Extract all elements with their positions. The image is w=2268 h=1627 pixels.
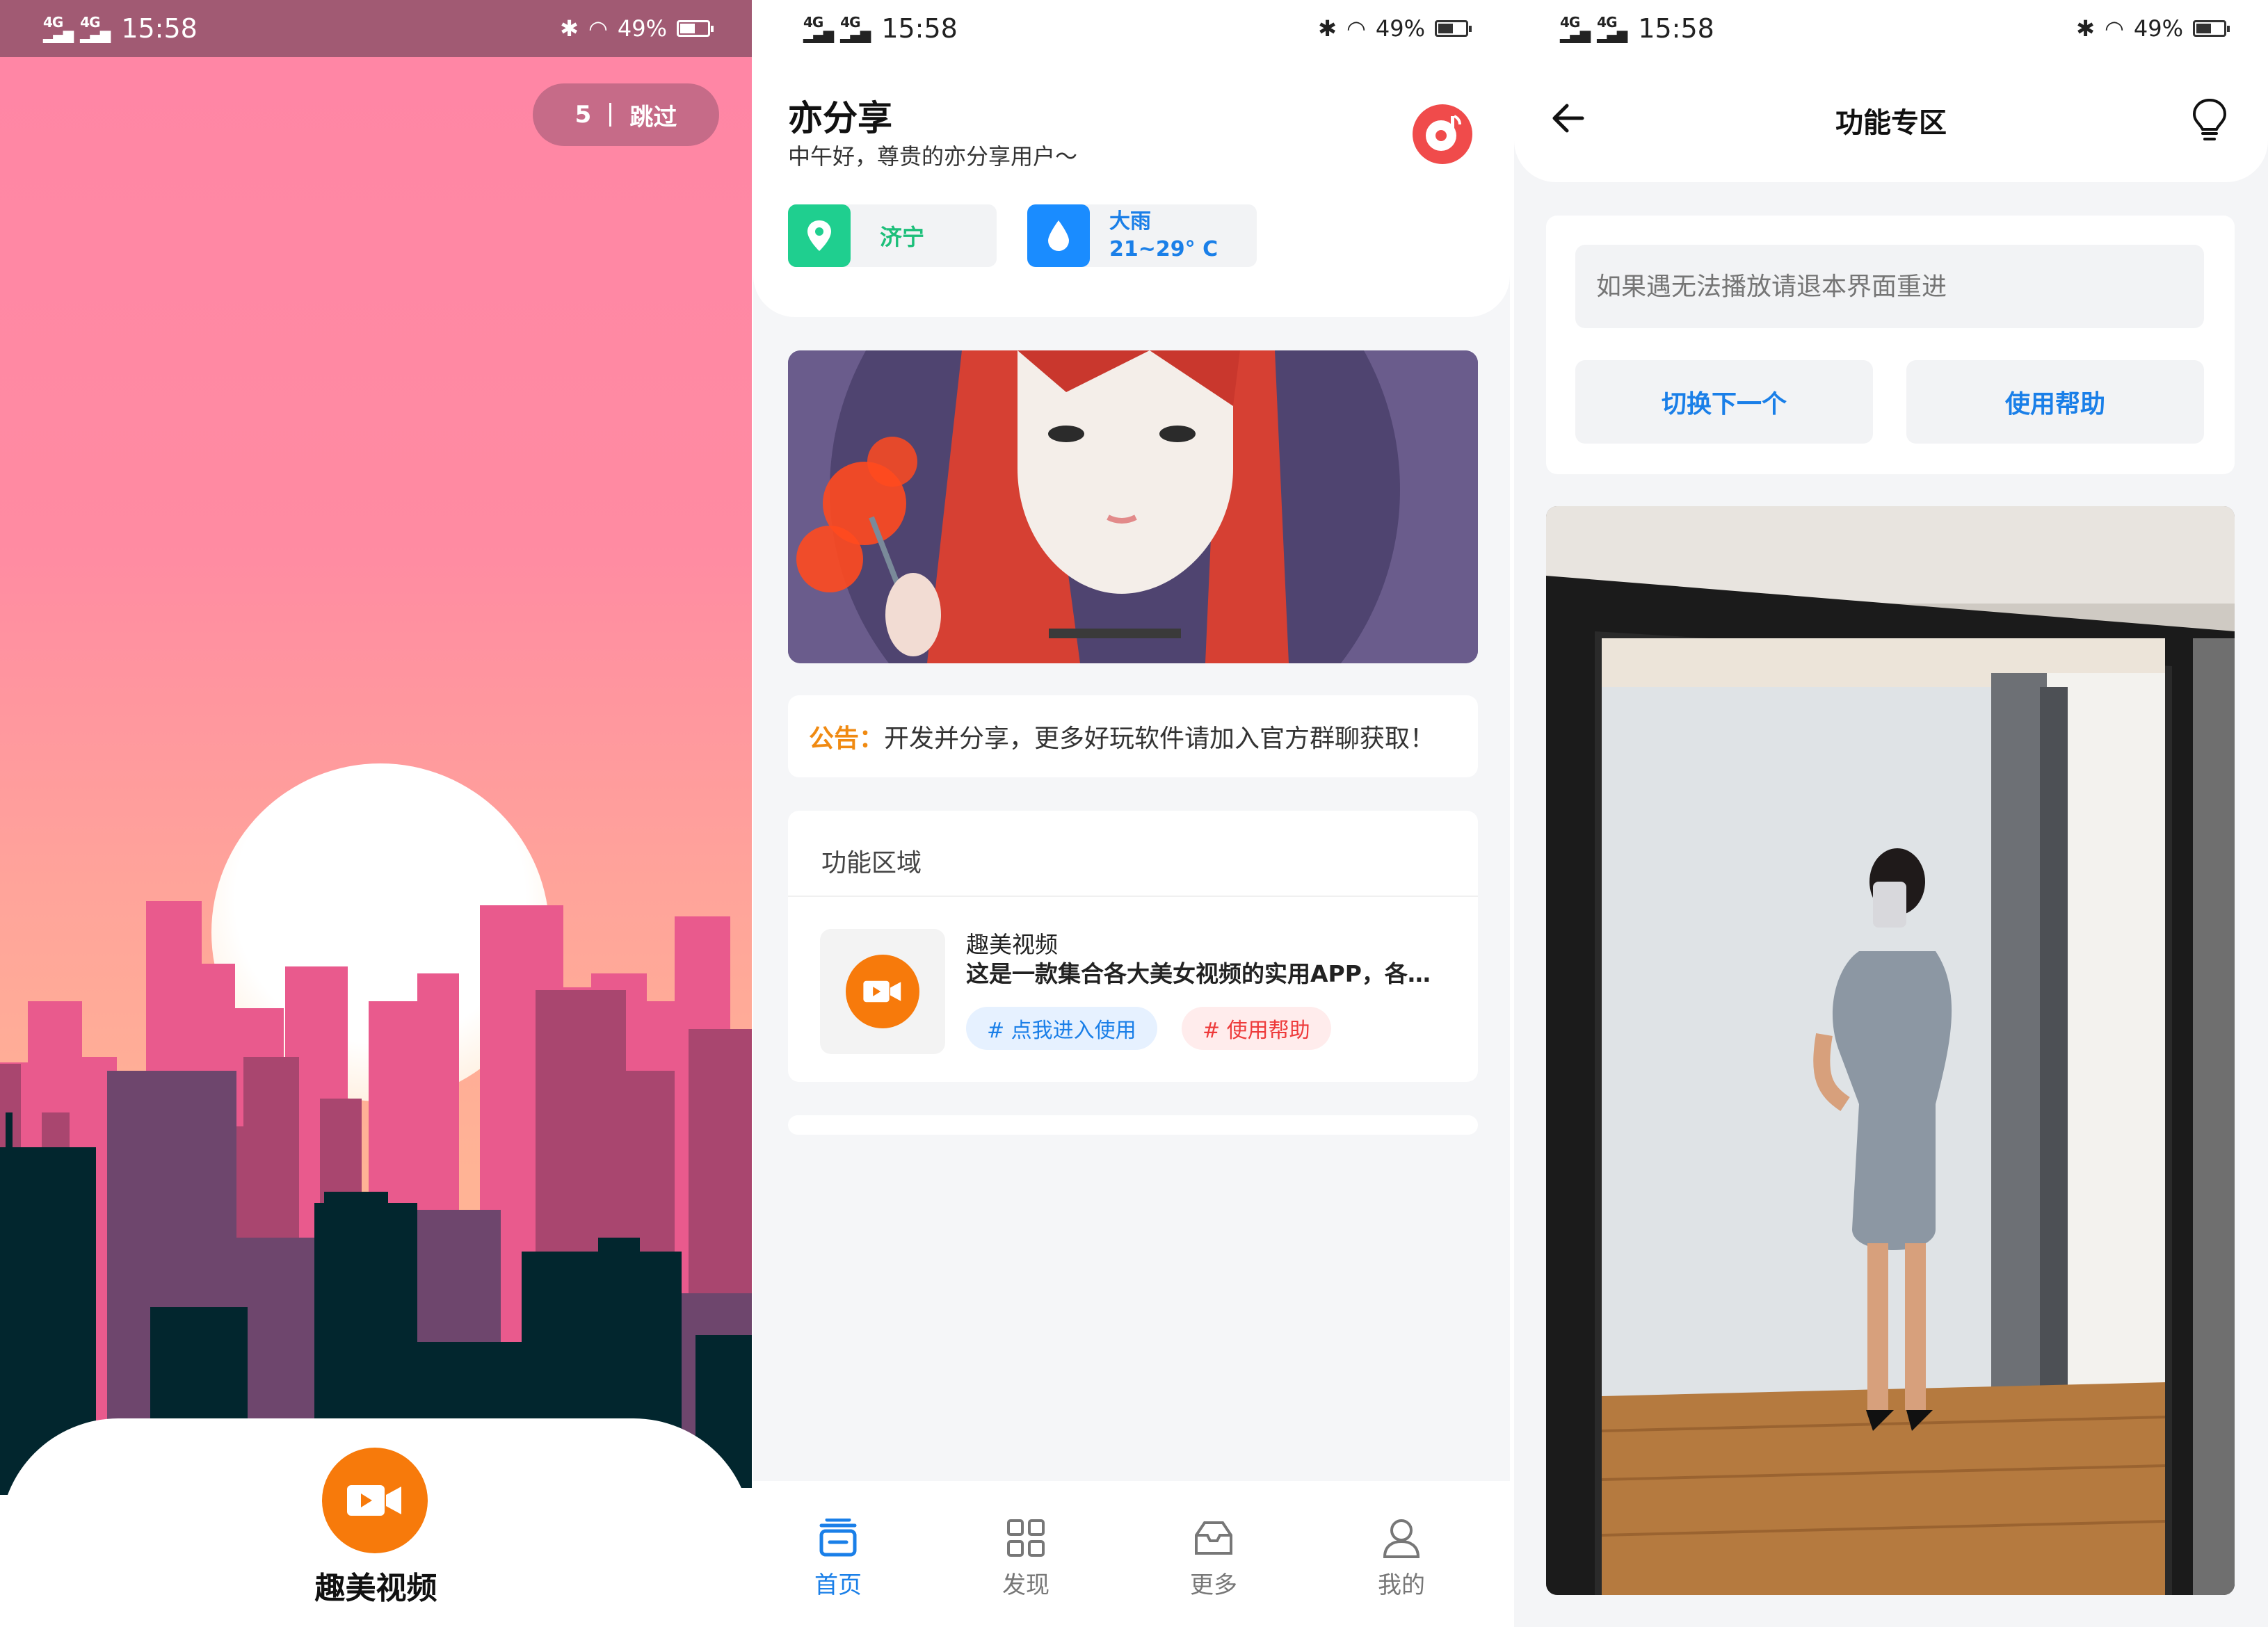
- bluetooth-icon: ✱: [1318, 15, 1337, 42]
- splash-screen: 4G ▂▄▆ 4G ▂▄▆ 15:58 ✱ ◠ 49% 5 跳过 趣美视频: [0, 0, 752, 1627]
- signal-icon: 4G ▂▄▆: [1560, 14, 1591, 43]
- countdown: 5: [574, 101, 592, 129]
- tab-discover[interactable]: 发现: [977, 1516, 1075, 1600]
- divider: [609, 103, 612, 127]
- weather-range: 21~29° C: [1109, 237, 1219, 261]
- notice-text: 开发并分享，更多好玩软件请加入官方群聊获取！: [884, 725, 1435, 753]
- skip-label: 跳过: [629, 103, 677, 131]
- signal-icon-2: 4G ▂▄▆: [1597, 14, 1627, 43]
- page-title: 功能专区: [1835, 107, 1947, 139]
- tab-profile[interactable]: 我的: [1353, 1516, 1450, 1600]
- help-button[interactable]: 使用帮助: [1906, 360, 2204, 444]
- raindrop-icon: [1027, 204, 1090, 267]
- banner-illustration[interactable]: [788, 350, 1478, 663]
- user-icon: [1353, 1516, 1450, 1560]
- signal-icon: 4G ▂▄▆: [43, 14, 74, 43]
- video-frame: [1546, 506, 2235, 1595]
- status-bar: 4G ▂▄▆ 4G ▂▄▆ 15:58 ✱ ◠ 49%: [1514, 0, 2268, 57]
- city-skyline: [0, 901, 752, 1495]
- control-card: 切换下一个 使用帮助: [1546, 216, 2235, 474]
- bluetooth-icon: ✱: [2076, 15, 2095, 42]
- battery-percent: 49%: [617, 15, 667, 42]
- video-player[interactable]: [1546, 506, 2235, 1595]
- music-button[interactable]: [1413, 104, 1472, 164]
- tab-home[interactable]: 首页: [789, 1516, 887, 1600]
- next-video-button[interactable]: 切换下一个: [1575, 360, 1873, 444]
- signal-icon-2: 4G ▂▄▆: [80, 14, 111, 43]
- battery-percent: 49%: [1375, 15, 1425, 42]
- location-chip[interactable]: 济宁: [788, 204, 997, 267]
- video-camera-icon: [846, 955, 919, 1028]
- notice-label: 公告：: [809, 725, 885, 753]
- status-time: 15:58: [881, 13, 958, 44]
- section-title: 功能区域: [821, 849, 922, 877]
- enter-tag-button[interactable]: # 点我进入使用: [966, 1007, 1157, 1050]
- battery-percent: 49%: [2133, 15, 2183, 42]
- wifi-icon: ◠: [2104, 15, 2124, 42]
- signal-icon-2: 4G ▂▄▆: [840, 14, 871, 43]
- weather-chip[interactable]: 大雨 21~29° C: [1027, 204, 1257, 267]
- home-icon: [789, 1516, 887, 1560]
- tab-more[interactable]: 更多: [1165, 1516, 1262, 1600]
- greeting: 中午好，尊贵的亦分享用户～: [788, 143, 1078, 170]
- function-section: 功能区域 趣美视频 这是一款集合各大美女视频的实用APP，各… # 点我进入使用…: [788, 811, 1478, 1082]
- status-bar: 4G ▂▄▆ 4G ▂▄▆ 15:58 ✱ ◠ 49%: [753, 0, 1510, 57]
- app-name: 趣美视频: [314, 1571, 437, 1606]
- tab-label: 我的: [1378, 1571, 1425, 1599]
- wifi-icon: ◠: [1346, 15, 1366, 42]
- skip-button[interactable]: 5 跳过: [533, 83, 719, 146]
- location-pin-icon: [788, 204, 851, 267]
- tab-label: 更多: [1190, 1571, 1237, 1599]
- notice-bar[interactable]: 公告： 开发并分享，更多好玩软件请加入官方群聊获取！: [788, 695, 1478, 777]
- status-time: 15:58: [1638, 13, 1714, 44]
- tab-label: 首页: [814, 1571, 862, 1599]
- weather-text: 大雨 21~29° C: [1109, 208, 1218, 264]
- illustration-image: [788, 350, 1478, 663]
- video-camera-icon: [322, 1448, 428, 1553]
- status-bar: 4G ▂▄▆ 4G ▂▄▆ 15:58 ✱ ◠ 49%: [0, 0, 752, 57]
- music-disc-icon: [1426, 115, 1461, 151]
- tab-label: 发现: [1002, 1571, 1049, 1599]
- app-title: 亦分享: [788, 98, 892, 138]
- home-screen: 4G ▂▄▆ 4G ▂▄▆ 15:58 ✱ ◠ 49% 亦分享 中午好，尊贵的亦分享…: [753, 0, 1510, 1627]
- lightbulb-icon[interactable]: [2190, 97, 2229, 143]
- wifi-icon: ◠: [588, 15, 608, 42]
- help-tag-button[interactable]: # 使用帮助: [1182, 1007, 1331, 1050]
- battery-icon: [2193, 20, 2230, 37]
- bluetooth-icon: ✱: [560, 15, 579, 42]
- feature-name[interactable]: 趣美视频: [966, 926, 1058, 960]
- location-text: 济宁: [880, 224, 925, 250]
- feature-desc: 这是一款集合各大美女视频的实用APP，各…: [966, 960, 1431, 987]
- feature-icon[interactable]: [820, 929, 945, 1054]
- divider: [788, 896, 1478, 897]
- feature-zone-screen: 4G▂▄▆ 4G▂▄▆ 15:58 ✱ ◠ 49% 功能专区 切换下一个 使用帮…: [1514, 0, 2268, 1627]
- battery-icon: [677, 20, 714, 37]
- status-time: 15:58: [121, 13, 198, 44]
- signal-icon: 4G ▂▄▆: [803, 14, 834, 43]
- inbox-icon: [1165, 1516, 1262, 1560]
- battery-icon: [1435, 20, 1472, 37]
- hint-input[interactable]: [1575, 245, 2204, 328]
- grid-icon: [977, 1516, 1075, 1560]
- next-card-stub: [788, 1115, 1478, 1135]
- weather-condition: 大雨: [1109, 209, 1151, 234]
